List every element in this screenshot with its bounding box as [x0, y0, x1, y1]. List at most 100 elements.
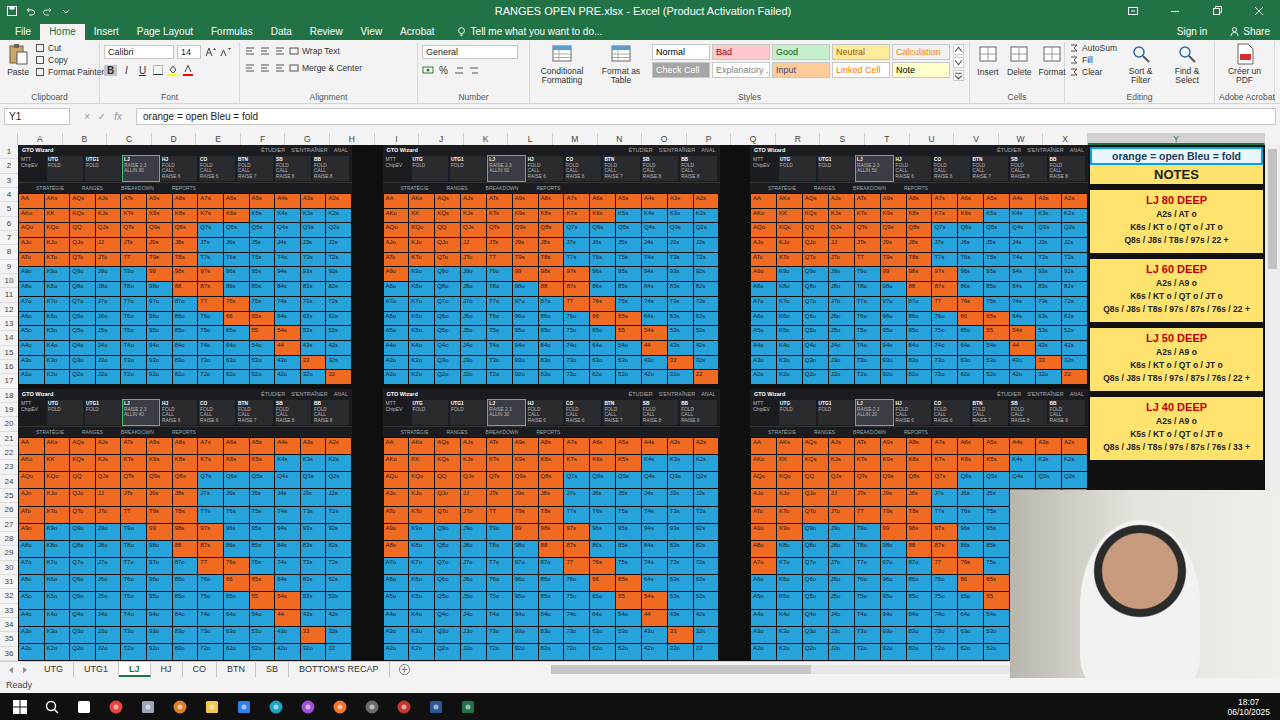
name-box[interactable]: Y1 — [4, 108, 70, 125]
column-header[interactable]: T — [865, 133, 910, 145]
row-header[interactable]: 15 — [0, 346, 18, 360]
column-header[interactable]: V — [954, 133, 999, 145]
borders-icon[interactable] — [152, 64, 164, 76]
next-sheet-icon[interactable] — [20, 665, 30, 675]
font-size-field[interactable]: 14 — [177, 45, 201, 59]
horizontal-align-icon[interactable] — [274, 62, 286, 74]
horizontal-align-icon[interactable] — [244, 62, 256, 74]
sheet-tab[interactable]: BTN — [217, 662, 256, 677]
row-header[interactable]: 27 — [0, 518, 18, 532]
percent-button[interactable]: % — [437, 65, 450, 76]
editing-action[interactable]: AutoSum — [1069, 43, 1117, 53]
row-header[interactable]: 25 — [0, 489, 18, 503]
column-header[interactable]: J — [419, 133, 464, 145]
row-header[interactable]: 13 — [0, 317, 18, 331]
styles-button[interactable]: Conditional Formatting — [534, 42, 590, 86]
file-explorer-icon[interactable] — [204, 699, 220, 715]
row-header[interactable]: 1 — [0, 145, 18, 159]
row-header[interactable]: 21 — [0, 432, 18, 446]
column-header[interactable]: C — [107, 133, 152, 145]
styles-button[interactable]: Format as Table — [593, 42, 649, 86]
calculator-icon[interactable] — [140, 699, 156, 715]
sheet-tab[interactable]: UTG — [34, 662, 74, 677]
search-icon[interactable] — [44, 699, 60, 715]
alignment-action[interactable]: Wrap Text — [289, 46, 340, 56]
row-header[interactable]: 22 — [0, 446, 18, 460]
formula-button[interactable]: fx — [114, 111, 122, 122]
app-icon[interactable] — [396, 699, 412, 715]
column-header[interactable]: E — [196, 133, 241, 145]
task-view-icon[interactable] — [76, 699, 92, 715]
cell-style[interactable]: Good — [772, 44, 830, 60]
row-header[interactable]: 35 — [0, 632, 18, 646]
row-header[interactable]: 2 — [0, 159, 18, 173]
cell-style[interactable]: Note — [892, 62, 950, 78]
scroll-thumb[interactable] — [551, 665, 811, 674]
sheet-tab[interactable]: LJ — [119, 662, 151, 677]
currency-icon[interactable] — [422, 64, 434, 76]
clipboard-action[interactable]: Cut — [35, 43, 104, 53]
paste-button[interactable]: Paste — [4, 42, 32, 77]
poker-client-icon[interactable] — [364, 699, 380, 715]
format-toggle[interactable]: B — [104, 65, 117, 76]
add-sheet-icon[interactable] — [398, 663, 411, 676]
number-format-field[interactable]: General — [422, 45, 518, 59]
more-icon[interactable] — [953, 70, 964, 81]
row-header[interactable]: 20 — [0, 417, 18, 431]
cells-button[interactable]: Insert — [974, 42, 1002, 77]
cell-style[interactable]: Bad — [712, 44, 770, 60]
sheet-tab[interactable]: HJ — [151, 662, 183, 677]
row-header[interactable]: 10 — [0, 274, 18, 288]
word-icon[interactable] — [428, 699, 444, 715]
font-name-field[interactable]: Calibri — [104, 45, 174, 59]
notes-title[interactable]: NOTES — [1090, 165, 1263, 184]
row-header[interactable]: 23 — [0, 460, 18, 474]
ribbon-tab[interactable]: Page Layout — [128, 24, 202, 40]
restore-icon[interactable] — [1196, 5, 1238, 17]
column-header[interactable]: H — [330, 133, 375, 145]
fill-color-icon[interactable] — [167, 64, 179, 76]
clipboard-action[interactable]: Copy — [35, 55, 104, 65]
gto-wizard-screenshot[interactable]: GTO WizardÉTUDIERS'ENTRAÎNERANALMTTChipE… — [18, 145, 352, 385]
row-header[interactable]: 5 — [0, 202, 18, 216]
note-card[interactable]: LJ 50 DEEPA2s / A9 oK6s / KT o / QT o / … — [1090, 328, 1263, 391]
vertical-align-icon[interactable] — [274, 45, 286, 57]
create-pdf-button[interactable]: Créer un PDF — [1219, 42, 1270, 86]
cell-style[interactable]: Input — [772, 62, 830, 78]
edge-icon[interactable] — [268, 699, 284, 715]
formula-button[interactable]: × — [84, 111, 90, 122]
row-header[interactable]: 12 — [0, 303, 18, 317]
row-header[interactable]: 36 — [0, 647, 18, 661]
column-header[interactable]: D — [152, 133, 197, 145]
column-header[interactable]: Y — [1088, 133, 1265, 145]
column-header[interactable]: B — [63, 133, 108, 145]
ribbon-tab[interactable]: Home — [40, 24, 85, 40]
editing-button[interactable]: Sort & Filter — [1120, 42, 1161, 86]
editing-button[interactable]: Find & Select — [1164, 42, 1210, 86]
messenger-icon[interactable] — [300, 699, 316, 715]
scroll-up-icon[interactable] — [953, 44, 964, 55]
mail-icon[interactable] — [236, 699, 252, 715]
row-header[interactable]: 33 — [0, 604, 18, 618]
ribbon-tab[interactable]: Formulas — [202, 24, 262, 40]
minimize-icon[interactable] — [1154, 5, 1196, 17]
cell-style[interactable]: Calculation — [892, 44, 950, 60]
ribbon-tab[interactable]: View — [352, 24, 392, 40]
row-header[interactable]: 26 — [0, 503, 18, 517]
cells-button[interactable]: Delete — [1005, 42, 1034, 77]
ribbon-tab[interactable]: Review — [301, 24, 352, 40]
windows-start-icon[interactable] — [12, 699, 28, 715]
column-header[interactable]: P — [687, 133, 732, 145]
column-header[interactable]: X — [1043, 133, 1088, 145]
row-header[interactable]: 9 — [0, 260, 18, 274]
cell-style[interactable]: Linked Cell — [832, 62, 890, 78]
row-header[interactable]: 11 — [0, 288, 18, 302]
cells-button[interactable]: Format — [1037, 42, 1068, 77]
sign-in-link[interactable]: Sign in — [1165, 26, 1220, 40]
row-header[interactable]: 28 — [0, 532, 18, 546]
row-header[interactable]: 3 — [0, 174, 18, 188]
note-card[interactable]: LJ 40 DEEPA2s / A9 oK5s / KT o / QT o / … — [1090, 397, 1263, 460]
row-header[interactable]: 24 — [0, 475, 18, 489]
format-toggle[interactable]: I — [120, 65, 133, 76]
column-header[interactable]: O — [642, 133, 687, 145]
